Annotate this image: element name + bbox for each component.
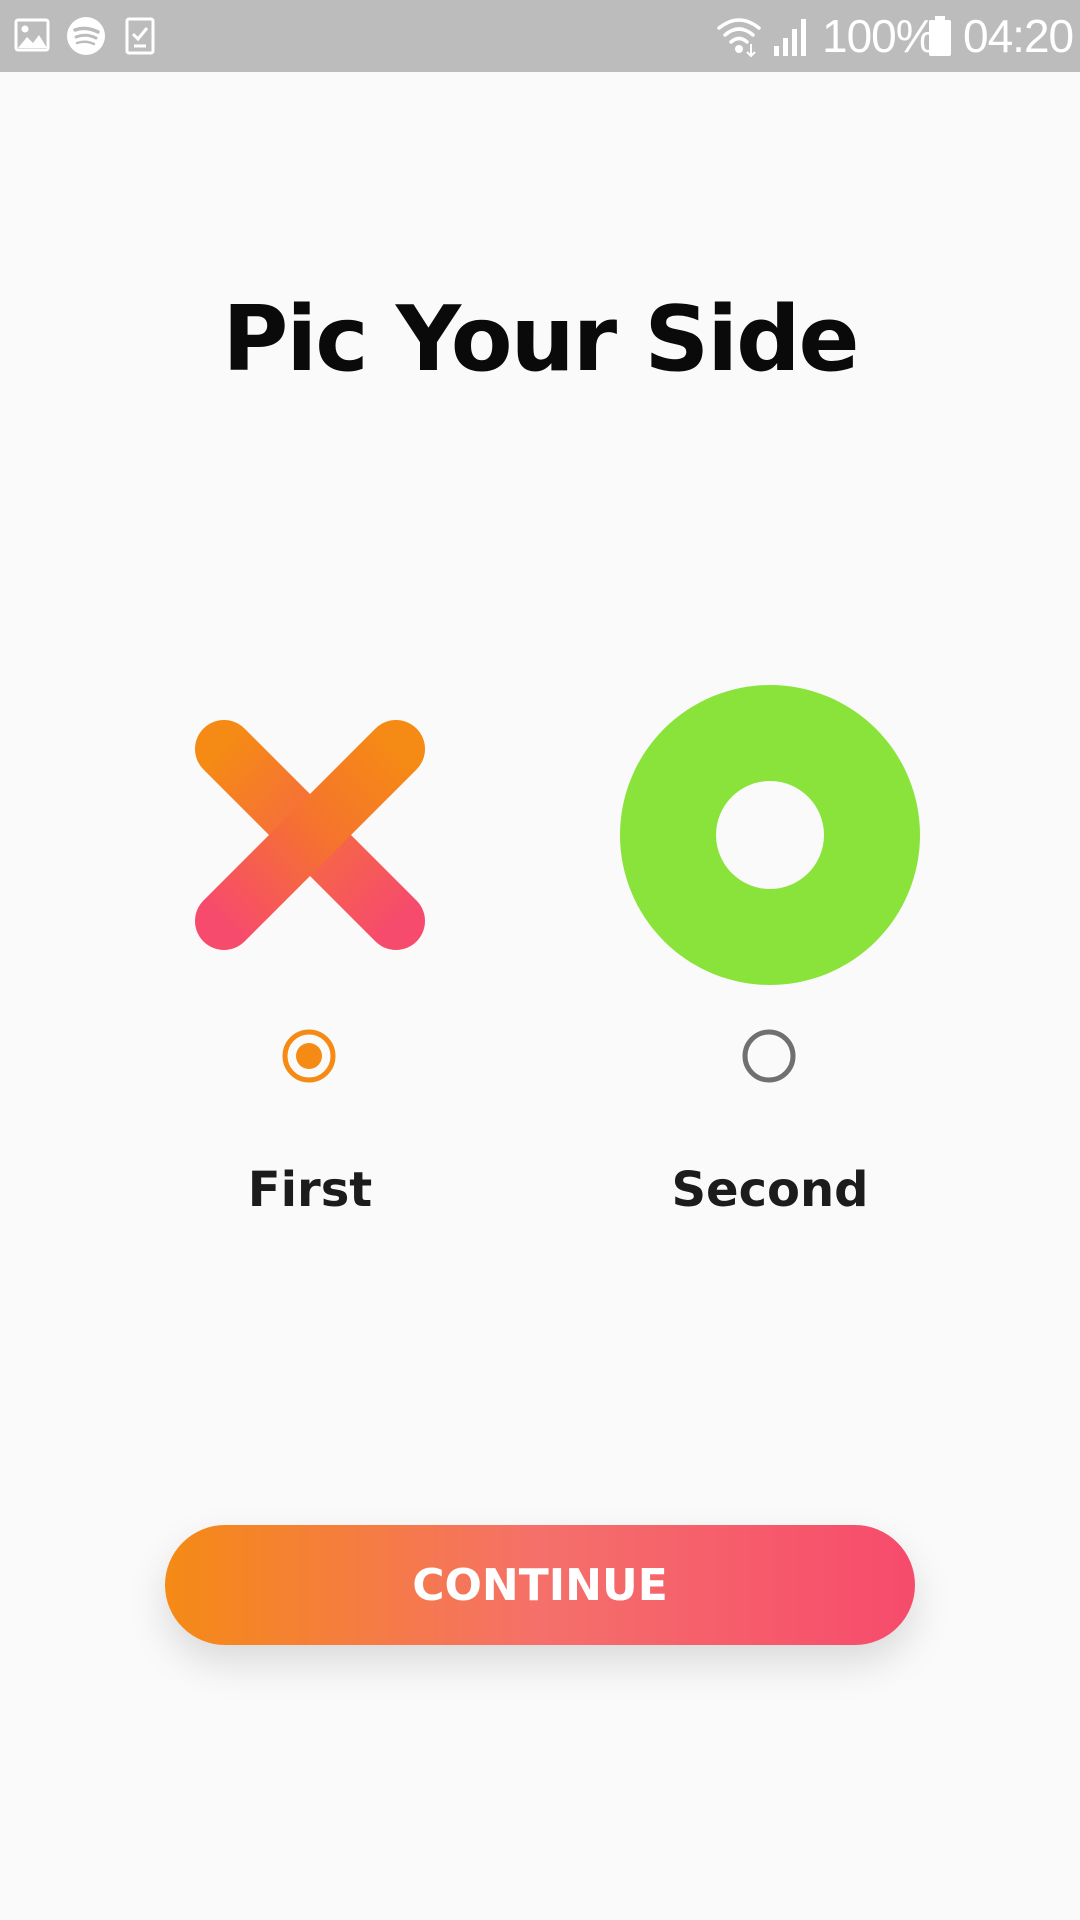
- gallery-icon: [14, 18, 50, 52]
- wifi-icon: [717, 18, 761, 58]
- o-ring-icon[interactable]: [620, 685, 920, 985]
- screen: 100% 04:20 Pic Your Side First Second CO…: [0, 0, 1080, 1920]
- status-bar: 100% 04:20: [0, 0, 1080, 72]
- page-title: Pic Your Side: [222, 287, 859, 392]
- continue-button-label: CONTINUE: [412, 1559, 668, 1611]
- choice-label-first: First: [247, 1162, 373, 1218]
- battery-icon: [929, 16, 951, 56]
- radio-second[interactable]: [742, 1029, 796, 1083]
- task-icon: [125, 17, 155, 55]
- clock: 04:20: [963, 10, 1074, 62]
- x-mark-icon[interactable]: [190, 715, 430, 955]
- choice-label-second: Second: [671, 1162, 869, 1218]
- spotify-icon: [67, 17, 105, 55]
- radio-first-selected[interactable]: [282, 1029, 336, 1083]
- battery-percent: 100%: [822, 10, 937, 62]
- signal-icon: [774, 19, 806, 56]
- continue-button[interactable]: CONTINUE: [165, 1525, 915, 1645]
